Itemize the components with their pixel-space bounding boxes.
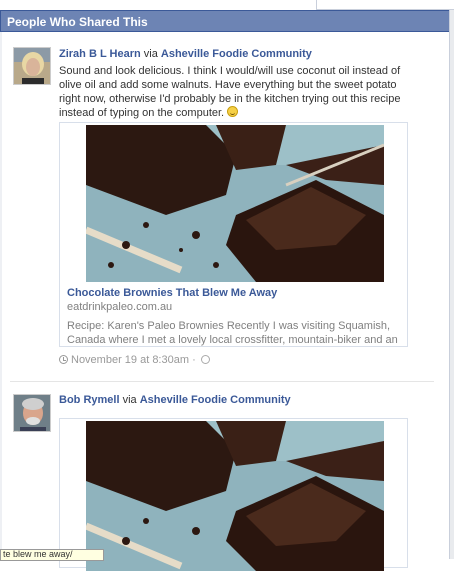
author-link[interactable]: Bob Rymell [59, 394, 120, 406]
page-link[interactable]: Asheville Foodie Community [161, 48, 312, 60]
link-title[interactable]: Chocolate Brownies That Blew Me Away [67, 287, 277, 299]
dialog-title: People Who Shared This [7, 15, 148, 29]
post-author-line: Bob Rymell via Asheville Foodie Communit… [59, 394, 291, 406]
link-domain: eatdrinkpaleo.com.au [67, 301, 173, 313]
dialog-header: People Who Shared This [0, 10, 449, 32]
avatar[interactable] [13, 47, 51, 85]
author-link[interactable]: Zirah B L Hearn [59, 48, 141, 60]
brownie-photo[interactable] [86, 421, 384, 571]
clock-icon [59, 355, 68, 364]
link-description: Recipe: Karen's Paleo Brownies Recently … [67, 320, 398, 346]
link-attachment[interactable] [59, 418, 408, 571]
smiley-icon [227, 106, 239, 117]
via-text: via [143, 48, 158, 60]
link-tooltip: te blew me away/ [0, 549, 104, 561]
post-timestamp[interactable]: November 19 at 8:30am [71, 354, 189, 366]
dialog-left-edge [0, 32, 2, 559]
post-divider [10, 381, 434, 382]
via-text: via [122, 394, 137, 406]
link-attachment[interactable]: Chocolate Brownies That Blew Me Away eat… [59, 122, 408, 347]
avatar[interactable] [13, 394, 51, 432]
meta-separator: · [192, 354, 196, 366]
page-link[interactable]: Asheville Foodie Community [140, 394, 291, 406]
dialog-right-edge [449, 10, 454, 559]
brownie-photo[interactable] [86, 125, 384, 282]
globe-icon[interactable] [200, 355, 210, 364]
background-tab [316, 0, 454, 10]
post-message: Sound and look delicious. I think I woul… [59, 64, 419, 120]
post-author-line: Zirah B L Hearn via Asheville Foodie Com… [59, 48, 312, 60]
window-top-strip [0, 0, 454, 10]
post-meta: November 19 at 8:30am · [59, 354, 210, 366]
